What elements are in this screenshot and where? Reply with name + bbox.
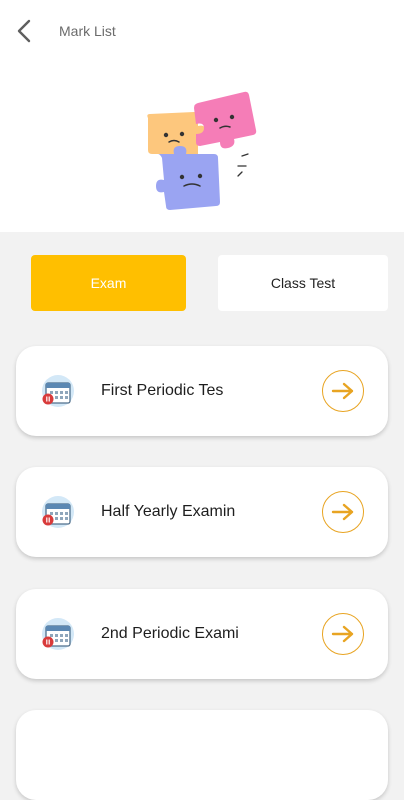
open-button[interactable] [322, 370, 364, 412]
exam-card[interactable]: First Periodic Tes [16, 346, 388, 436]
calendar-icon [42, 496, 74, 528]
arrow-right-icon [331, 382, 354, 400]
chevron-left-icon [17, 19, 31, 43]
exam-name: Half Yearly Examin [101, 503, 236, 520]
puzzle-illustration [147, 91, 257, 210]
calendar-icon [42, 618, 74, 650]
tab-class-test[interactable]: Class Test [218, 255, 388, 311]
open-button[interactable] [322, 491, 364, 533]
back-button[interactable] [8, 14, 40, 48]
page-title: Mark List [59, 23, 116, 39]
arrow-right-icon [331, 625, 354, 643]
exam-card[interactable]: Half Yearly Examin [16, 467, 388, 557]
exam-name: 2nd Periodic Exami [101, 625, 239, 642]
open-button[interactable] [322, 613, 364, 655]
header: Mark List [0, 0, 404, 232]
exam-card-partial[interactable] [16, 710, 388, 800]
tab-exam[interactable]: Exam [31, 255, 186, 311]
exam-card[interactable]: 2nd Periodic Exami [16, 589, 388, 679]
arrow-right-icon [331, 503, 354, 521]
top-bar: Mark List [0, 0, 404, 62]
calendar-icon [42, 375, 74, 407]
exam-name: First Periodic Tes [101, 382, 224, 399]
